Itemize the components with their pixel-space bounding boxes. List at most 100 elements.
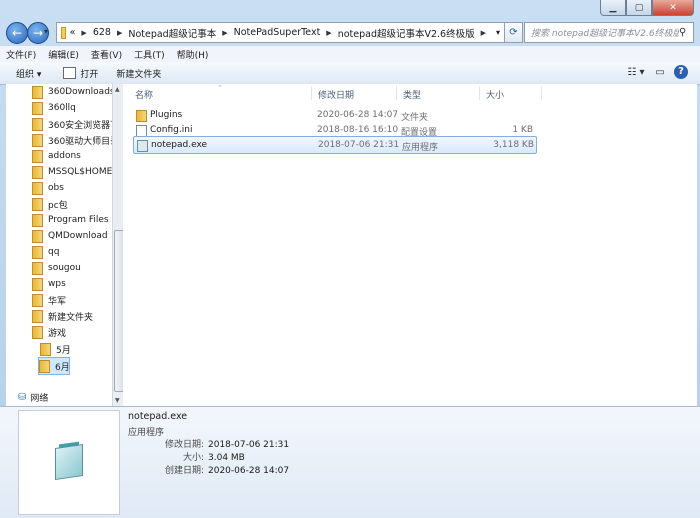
close-button[interactable]: ✕	[652, 0, 694, 16]
address-bar[interactable]: « ▶ 628 ▶ Notepad超级记事本 ▶ NotePadSuperTex…	[56, 22, 505, 43]
minimize-icon: ▁	[609, 2, 617, 13]
scroll-up-icon[interactable]: ▲	[115, 86, 120, 93]
column-divider[interactable]	[541, 86, 542, 100]
file-row[interactable]: Plugins 2020-06-28 14:07 文件夹	[133, 107, 535, 123]
navigation-bar: ← → ▾ « ▶ 628 ▶ Notepad超级记事本 ▶ NotePadSu…	[0, 20, 700, 44]
column-divider[interactable]	[396, 86, 397, 100]
tree-item[interactable]: obs	[32, 180, 64, 196]
folder-icon	[32, 181, 43, 195]
details-property: 创建日期: 2020-06-28 14:07	[164, 466, 290, 476]
column-name[interactable]: 名称	[135, 88, 153, 101]
chevron-right-icon[interactable]: ▶	[117, 29, 122, 37]
chevron-right-icon: ▶	[81, 28, 87, 37]
maximize-button[interactable]: ▢	[626, 0, 652, 16]
folder-icon	[32, 213, 43, 227]
menu-bar: 文件(F) 编辑(E) 查看(V) 工具(T) 帮助(H)	[0, 46, 700, 62]
network-icon: ⛁	[18, 391, 27, 403]
preview-pane-button[interactable]: ▭	[650, 65, 670, 81]
folder-icon	[40, 342, 51, 356]
menu-help[interactable]: 帮助(H)	[171, 48, 215, 61]
navigation-pane: 360Downloads 360llq 360安全浏览器下 360驱动大师目录 …	[6, 84, 112, 406]
folder-icon	[32, 277, 43, 291]
details-file-name: notepad.exe	[128, 411, 188, 422]
menu-tools[interactable]: 工具(T)	[128, 48, 171, 61]
column-type[interactable]: 类型	[403, 88, 421, 101]
folder-icon	[32, 197, 43, 211]
tree-item[interactable]: 华军	[32, 292, 66, 308]
sort-indicator-icon: ⌃	[217, 84, 223, 92]
search-icon: ⚲	[679, 27, 687, 38]
details-property: 大小: 3.04 MB	[182, 453, 245, 463]
tree-item[interactable]: wps	[32, 276, 66, 292]
tree-item[interactable]: qq	[32, 244, 59, 260]
breadcrumb-item[interactable]: NotePadSuperText	[234, 27, 321, 38]
breadcrumb-item[interactable]: notepad超级记事本V2.6终极版	[338, 26, 475, 40]
file-thumbnail	[18, 410, 120, 515]
menu-view[interactable]: 查看(V)	[85, 48, 128, 61]
tree-item[interactable]: 360Downloads	[32, 84, 112, 100]
tree-item-network[interactable]: ⛁ 网络	[18, 389, 48, 405]
forward-arrow-icon: →	[32, 26, 44, 40]
folder-icon	[32, 229, 43, 243]
refresh-button[interactable]: ⟳	[504, 22, 523, 43]
address-dropdown[interactable]: ▾	[492, 28, 504, 37]
tree-item[interactable]: MSSQL$HOME	[32, 164, 112, 180]
search-placeholder: 搜索 notepad超级记事本V2.6终极版	[531, 29, 679, 39]
file-list: 名称 ⌃ 修改日期 类型 大小 Plugins 2020-06-28 14:07…	[123, 84, 697, 406]
close-icon: ✕	[669, 2, 677, 13]
tree-item[interactable]: pc包	[32, 196, 68, 212]
open-button[interactable]: 打开	[49, 67, 106, 80]
file-date: 2020-06-28 14:07	[317, 110, 399, 120]
column-headers: 名称 ⌃ 修改日期 类型 大小	[123, 84, 697, 102]
tree-item[interactable]: 游戏	[32, 324, 66, 340]
chevron-right-icon[interactable]: ▶	[481, 29, 486, 37]
tree-item[interactable]: QMDownload	[32, 228, 108, 244]
breadcrumb-overflow[interactable]: «	[70, 27, 76, 38]
maximize-icon: ▢	[634, 2, 644, 13]
recent-pages-dropdown[interactable]: ▾	[44, 27, 48, 36]
toolbar-right: ☷ ▾ ▭ ?	[622, 65, 688, 81]
column-divider[interactable]	[311, 86, 312, 100]
folder-icon	[32, 165, 43, 179]
folder-icon	[32, 309, 43, 323]
minimize-button[interactable]: ▁	[600, 0, 626, 16]
column-date[interactable]: 修改日期	[318, 88, 354, 101]
back-button[interactable]: ←	[6, 22, 28, 44]
folder-icon	[32, 261, 43, 275]
folder-icon	[32, 325, 43, 339]
organize-button[interactable]: 组织 ▾	[0, 67, 49, 80]
tree-item[interactable]: addons	[32, 148, 81, 164]
folder-icon	[61, 26, 66, 39]
tree-item[interactable]: Program Files (	[32, 212, 112, 228]
open-icon	[63, 67, 77, 79]
file-date: 2018-08-16 16:10	[317, 125, 399, 135]
tree-item[interactable]: 360驱动大师目录	[32, 132, 112, 148]
column-size[interactable]: 大小	[486, 88, 504, 101]
tree-item[interactable]: sougou	[32, 260, 81, 276]
tree-item[interactable]: 360llq	[32, 100, 76, 116]
view-options-button[interactable]: ☷ ▾	[626, 65, 646, 81]
folder-icon	[32, 85, 43, 99]
command-toolbar: 组织 ▾ 打开 新建文件夹 ☷ ▾ ▭ ?	[0, 62, 700, 85]
scroll-down-icon[interactable]: ▼	[115, 397, 120, 404]
menu-edit[interactable]: 编辑(E)	[42, 48, 85, 61]
chevron-right-icon[interactable]: ▶	[326, 29, 331, 37]
folder-icon	[32, 101, 43, 115]
tree-item-selected[interactable]: 6月	[38, 357, 70, 375]
breadcrumb-item[interactable]: Notepad超级记事本	[128, 26, 216, 40]
menu-file[interactable]: 文件(F)	[0, 48, 42, 61]
new-folder-button[interactable]: 新建文件夹	[106, 67, 169, 80]
notepad-icon	[55, 444, 83, 480]
tree-item[interactable]: 新建文件夹	[32, 308, 93, 324]
folder-icon	[136, 110, 147, 122]
tree-item[interactable]: 360安全浏览器下	[32, 116, 112, 132]
folder-icon	[32, 117, 43, 131]
column-divider[interactable]	[479, 86, 480, 100]
tree-item[interactable]: 5月	[40, 341, 71, 357]
help-button[interactable]: ?	[674, 65, 688, 79]
chevron-right-icon[interactable]: ▶	[222, 29, 227, 37]
breadcrumb-item[interactable]: 628	[93, 27, 111, 38]
search-input[interactable]: 搜索 notepad超级记事本V2.6终极版 ⚲	[524, 22, 694, 43]
folder-icon	[39, 359, 50, 373]
file-row-selected[interactable]: notepad.exe 2018-07-06 21:31 应用程序 3,118 …	[133, 136, 537, 154]
